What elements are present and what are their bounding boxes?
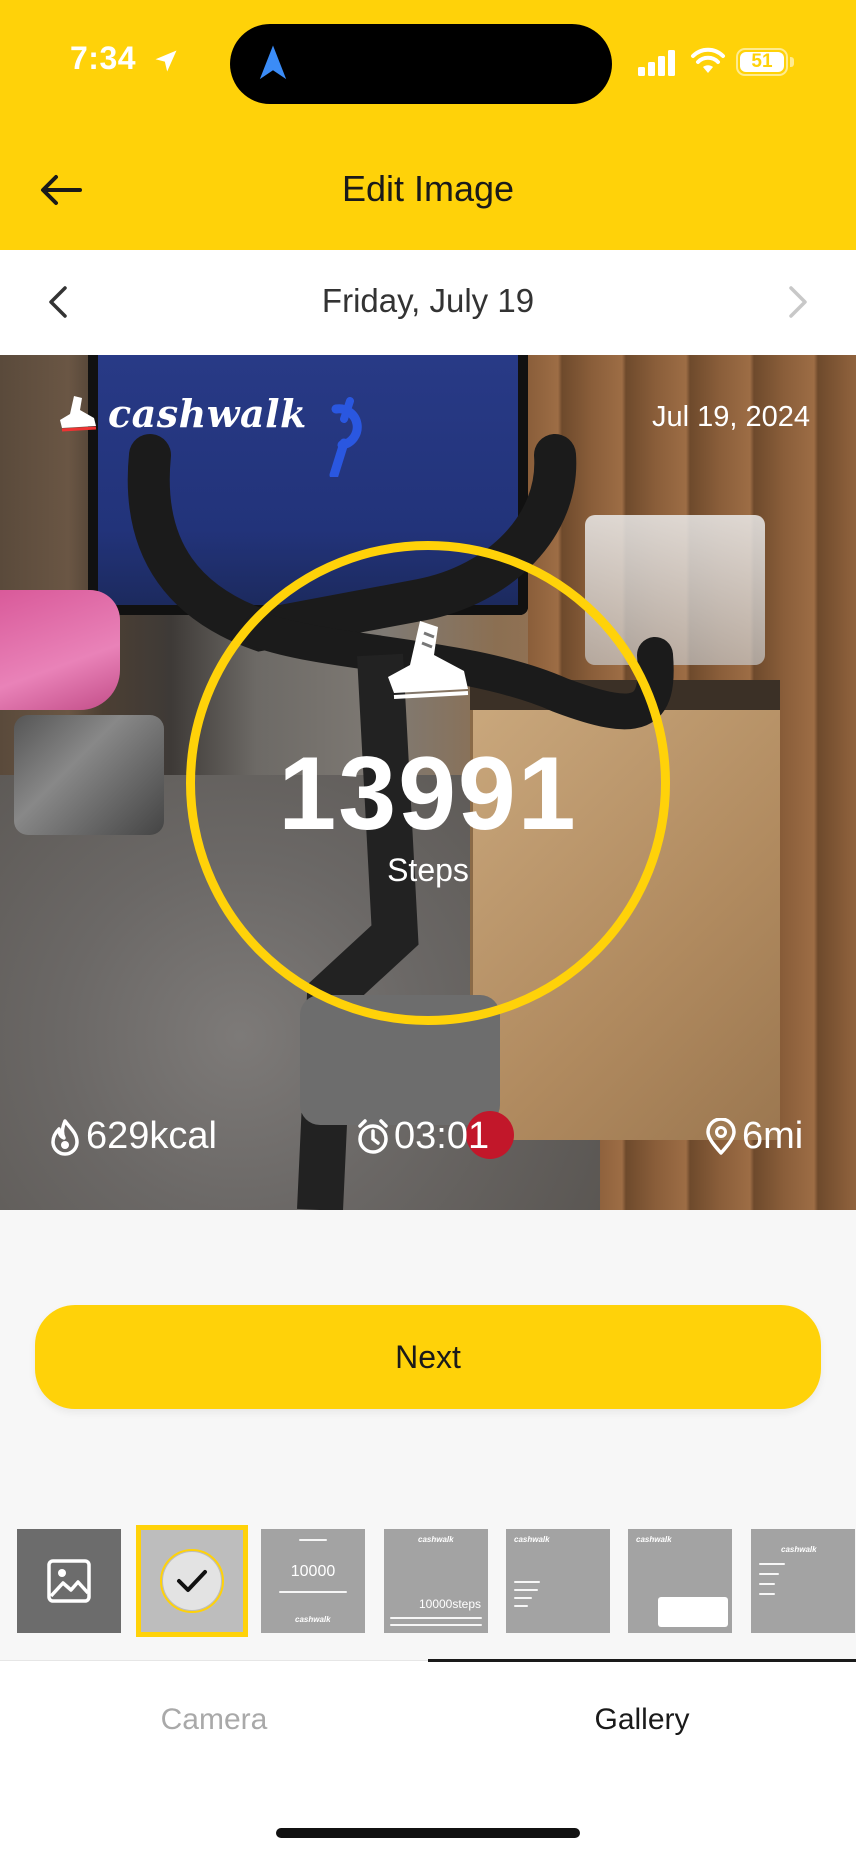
pick-from-gallery-button[interactable] bbox=[17, 1529, 121, 1633]
thumb-line bbox=[514, 1605, 528, 1607]
navigation-icon bbox=[259, 45, 287, 80]
thumb-brand: cashwalk bbox=[418, 1535, 454, 1544]
template-thumb-bottom-text[interactable]: cashwalk 10000steps bbox=[384, 1529, 488, 1633]
thumb-line bbox=[390, 1617, 482, 1619]
location-arrow-icon bbox=[155, 50, 177, 72]
thumb-line bbox=[759, 1593, 775, 1595]
thumb-line bbox=[279, 1591, 347, 1593]
thumb-brand: cashwalk bbox=[781, 1545, 817, 1554]
photo-date: Jul 19, 2024 bbox=[651, 401, 810, 433]
dynamic-island bbox=[230, 24, 612, 104]
thumb-line bbox=[759, 1573, 779, 1575]
thumb-line bbox=[299, 1539, 327, 1541]
thumb-line bbox=[514, 1597, 532, 1599]
template-thumb-circle-selected[interactable] bbox=[136, 1525, 248, 1637]
wifi-icon bbox=[691, 47, 725, 73]
page-title: Edit Image bbox=[341, 168, 515, 209]
image-icon bbox=[47, 1559, 91, 1603]
thumb-line bbox=[514, 1589, 538, 1591]
battery-level: 51 bbox=[740, 52, 784, 72]
date-navigation: Friday, July 19 bbox=[0, 250, 856, 355]
distance-value: 6mi bbox=[742, 1115, 804, 1157]
thumb-card bbox=[658, 1597, 728, 1627]
thumb-line bbox=[514, 1581, 540, 1583]
template-thumb-list-left[interactable]: cashwalk bbox=[506, 1529, 610, 1633]
thumb-steps-value: 10000steps bbox=[418, 1597, 482, 1611]
thumb-brand: cashwalk bbox=[295, 1615, 331, 1624]
next-day-button[interactable] bbox=[776, 280, 820, 324]
brand-logo: cashwalk bbox=[56, 391, 307, 436]
battery-cap bbox=[790, 57, 794, 67]
selected-badge bbox=[163, 1552, 221, 1610]
duration-stat: 03:01 bbox=[356, 1115, 489, 1158]
thumb-steps-value: 10000 bbox=[290, 1563, 336, 1580]
template-thumb-card[interactable]: cashwalk bbox=[628, 1529, 732, 1633]
thumb-brand: cashwalk bbox=[514, 1535, 550, 1544]
steps-count: 13991 bbox=[278, 736, 578, 852]
alarm-clock-icon bbox=[358, 1118, 388, 1154]
calories-stat: 629kcal bbox=[48, 1115, 217, 1158]
top-header: 7:34 51 Edit Image bbox=[0, 0, 856, 250]
status-time: 7:34 bbox=[70, 40, 137, 76]
battery-icon: 51 bbox=[736, 48, 788, 76]
template-thumb-list-right[interactable]: cashwalk bbox=[751, 1529, 855, 1633]
home-indicator bbox=[276, 1828, 580, 1838]
template-thumb-center-text[interactable]: 10000 cashwalk bbox=[261, 1529, 365, 1633]
active-tab-indicator bbox=[428, 1659, 856, 1662]
location-pin-icon bbox=[706, 1117, 736, 1155]
signal-icon bbox=[638, 50, 675, 76]
chevron-right-icon bbox=[789, 286, 807, 318]
next-button[interactable]: Next bbox=[35, 1305, 821, 1409]
steps-label: Steps bbox=[387, 852, 469, 888]
calories-value: 629kcal bbox=[86, 1115, 217, 1157]
thumb-line bbox=[390, 1624, 482, 1626]
template-strip: 10000 cashwalk cashwalk 10000steps cashw… bbox=[0, 1525, 856, 1637]
date-label: Friday, July 19 bbox=[321, 282, 535, 319]
checkmark-icon bbox=[177, 1570, 207, 1592]
thumb-brand: cashwalk bbox=[636, 1535, 672, 1544]
tab-gallery[interactable]: Gallery bbox=[428, 1703, 856, 1737]
edited-photo: cashwalk Jul 19, 2024 13991 Steps 629kca… bbox=[0, 355, 856, 1210]
sneaker-icon bbox=[60, 395, 97, 431]
thumb-line bbox=[759, 1563, 785, 1565]
peloton-logo-icon bbox=[329, 397, 362, 477]
flame-icon bbox=[51, 1118, 79, 1156]
sneaker-icon bbox=[388, 621, 469, 699]
duration-value: 03:01 bbox=[394, 1115, 490, 1157]
bottom-tab-bar: Camera Gallery bbox=[0, 1659, 856, 1856]
brand-name: cashwalk bbox=[108, 391, 307, 436]
distance-stat: 6mi bbox=[704, 1115, 803, 1158]
tab-camera[interactable]: Camera bbox=[0, 1703, 428, 1737]
thumb-line bbox=[759, 1583, 775, 1585]
